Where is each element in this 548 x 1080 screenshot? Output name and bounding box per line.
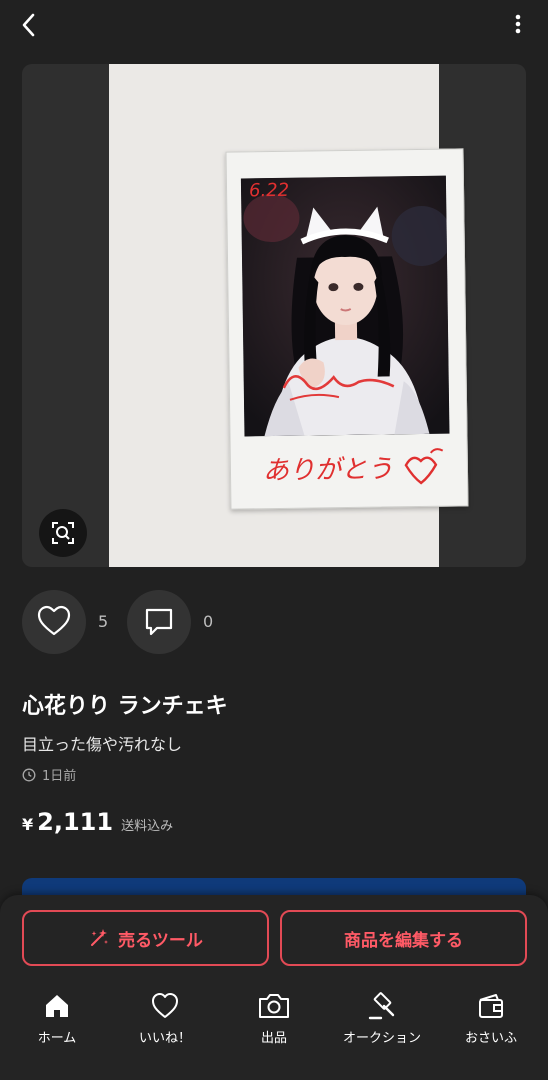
clock-icon <box>22 768 36 781</box>
comment-count: 0 <box>203 612 214 631</box>
nav-label-auction: オークション <box>342 1031 421 1046</box>
nav-item-listing[interactable]: 出品 <box>219 991 329 1051</box>
sell-tool-button[interactable]: 売るツール <box>22 910 269 966</box>
top-bar <box>0 0 548 52</box>
camera-icon <box>259 994 289 1018</box>
product-image-viewer[interactable]: 6.22 ありがとう <box>22 64 526 567</box>
heart-icon <box>152 993 178 1018</box>
wallet-icon <box>479 994 503 1018</box>
image-zoom-button[interactable] <box>39 509 87 557</box>
more-options-icon[interactable] <box>508 10 528 40</box>
home-icon <box>46 995 68 1017</box>
edit-item-button[interactable]: 商品を編集する <box>280 910 527 966</box>
price: ¥ 2,111 送料込み <box>22 808 173 836</box>
like-button[interactable] <box>22 590 86 654</box>
svg-text:ありがとう: ありがとう <box>263 454 393 486</box>
comment-button[interactable] <box>127 590 191 654</box>
nav-item-home[interactable]: ホーム <box>2 991 112 1051</box>
back-arrow-icon[interactable] <box>14 10 44 40</box>
nav-item-wallet[interactable]: おさいふ <box>436 991 546 1051</box>
currency-symbol: ¥ <box>22 815 34 834</box>
nav-label-wallet: おさいふ <box>464 1031 517 1046</box>
sell-tool-label: 売るツール <box>118 930 203 951</box>
svg-text:6.22: 6.22 <box>249 180 289 202</box>
nav-label-likes: いいね！ <box>138 1031 191 1046</box>
edit-item-label: 商品を編集する <box>344 930 463 951</box>
posted-time-label: 1日前 <box>42 769 77 784</box>
engagement-actions: 5 0 <box>0 590 548 656</box>
posted-time: 1日前 <box>22 765 76 784</box>
nav-label-listing: 出品 <box>260 1031 287 1046</box>
handwritten-message: ありがとう <box>263 448 444 486</box>
product-condition: 目立った傷や汚れなし <box>22 735 183 754</box>
heart-icon <box>37 605 71 636</box>
cheki-portrait: 6.22 <box>240 175 450 437</box>
gavel-icon <box>368 992 395 1020</box>
nav-item-auction[interactable]: オークション <box>327 991 437 1051</box>
bottom-navigation: ホーム いいね！ 出品 オークション おさいふ <box>0 991 548 1061</box>
bottom-panel: 売るツール 商品を編集する ホーム いいね！ 出品 オークション おさいふ <box>0 895 548 1080</box>
like-count: 5 <box>98 612 109 631</box>
product-title: 心花りり ランチェキ <box>22 694 228 719</box>
product-photo: 6.22 ありがとう <box>109 64 469 567</box>
zoom-scan-icon <box>52 522 74 544</box>
nav-item-likes[interactable]: いいね！ <box>110 991 220 1051</box>
magic-wand-icon <box>91 929 109 946</box>
shipping-included-label: 送料込み <box>121 819 174 834</box>
cheki-polaroid: 6.22 ありがとう <box>225 148 469 510</box>
price-amount: 2,111 <box>37 808 114 836</box>
nav-label-home: ホーム <box>37 1031 77 1046</box>
comment-icon <box>145 608 173 636</box>
